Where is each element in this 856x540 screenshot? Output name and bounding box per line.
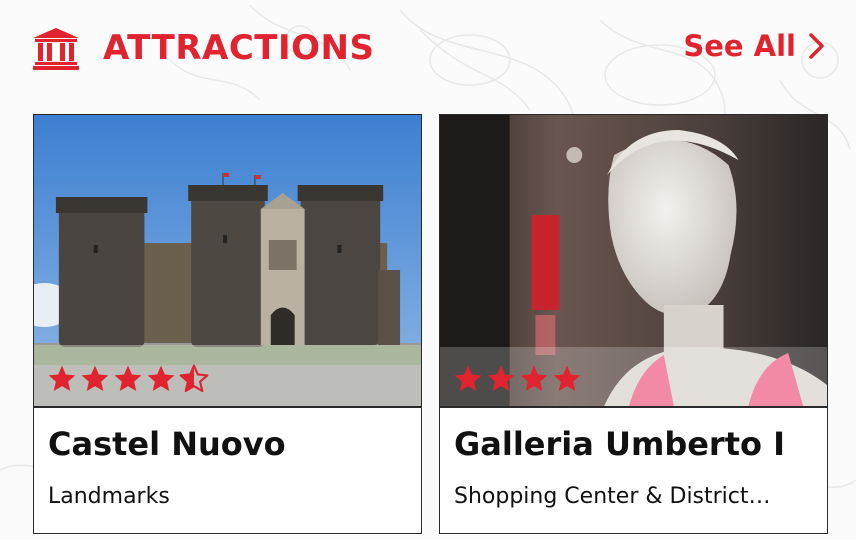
star-icon: [520, 365, 548, 391]
star-rating: [46, 363, 210, 395]
see-all-link[interactable]: See All: [683, 26, 826, 66]
star-rating: [452, 363, 583, 395]
attraction-name: Castel Nuovo: [48, 425, 286, 463]
chevron-right-icon: [809, 33, 824, 59]
see-all-label: See All: [683, 29, 796, 63]
star-icon: [487, 365, 515, 391]
attraction-card[interactable]: Galleria Umberto I Shopping Center & Dis…: [439, 114, 828, 534]
attraction-category: Landmarks: [48, 484, 170, 509]
star-icon: [114, 365, 142, 391]
section-title: ATTRACTIONS: [103, 28, 375, 68]
attraction-name: Galleria Umberto I: [454, 425, 786, 463]
star-icon: [553, 365, 581, 391]
attraction-category: Shopping Center & District…: [454, 484, 771, 509]
star-icon: [81, 365, 109, 391]
museum-icon: [33, 28, 79, 70]
card-divider: [440, 406, 827, 408]
card-divider: [34, 406, 421, 408]
star-icon: [454, 365, 482, 391]
attractions-header: ATTRACTIONS See All: [0, 0, 856, 100]
half-star-icon: [179, 364, 209, 393]
star-icon: [48, 365, 76, 391]
star-icon: [147, 365, 175, 391]
attraction-card[interactable]: Castel Nuovo Landmarks: [33, 114, 422, 534]
